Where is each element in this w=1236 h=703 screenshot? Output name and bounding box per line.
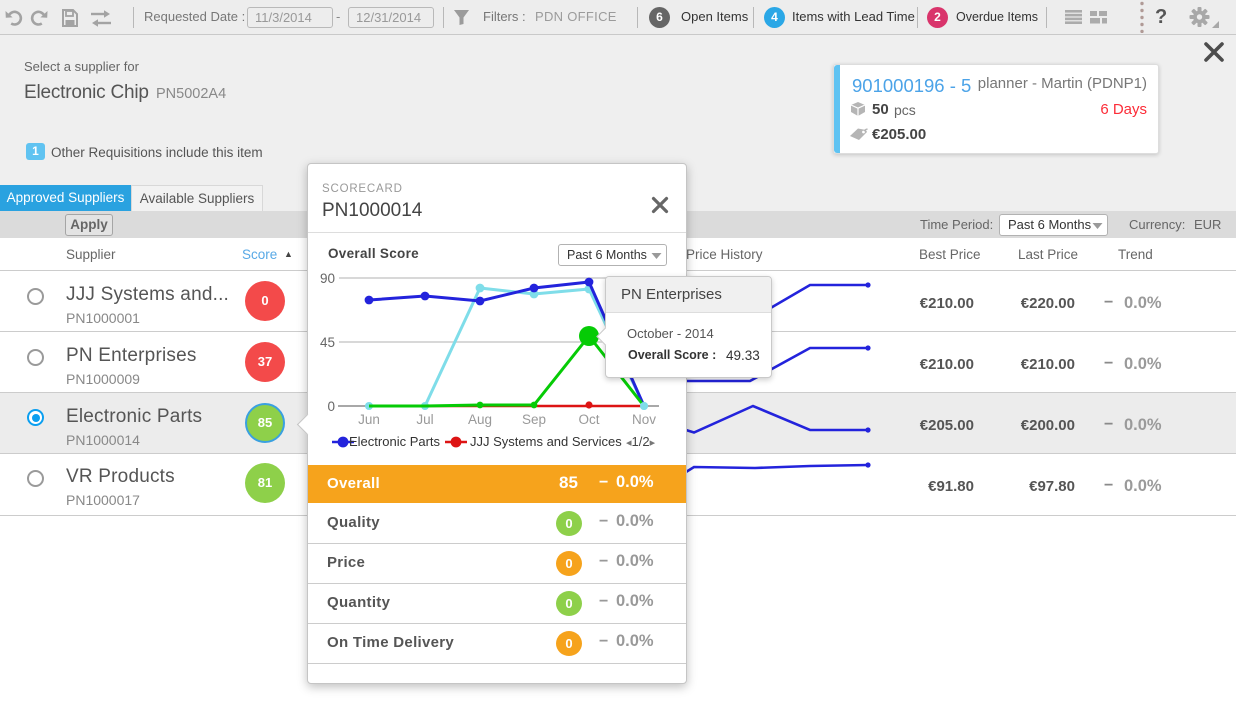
svg-text:Nov: Nov (632, 412, 656, 427)
svg-text:Sep: Sep (522, 412, 546, 427)
svg-text:Aug: Aug (468, 412, 492, 427)
svg-text:Jul: Jul (416, 412, 433, 427)
svg-text:Oct: Oct (578, 412, 599, 427)
svg-text:Jun: Jun (358, 412, 380, 427)
svg-text:0: 0 (327, 399, 335, 414)
svg-text:90: 90 (320, 271, 335, 286)
svg-text:45: 45 (320, 335, 335, 350)
